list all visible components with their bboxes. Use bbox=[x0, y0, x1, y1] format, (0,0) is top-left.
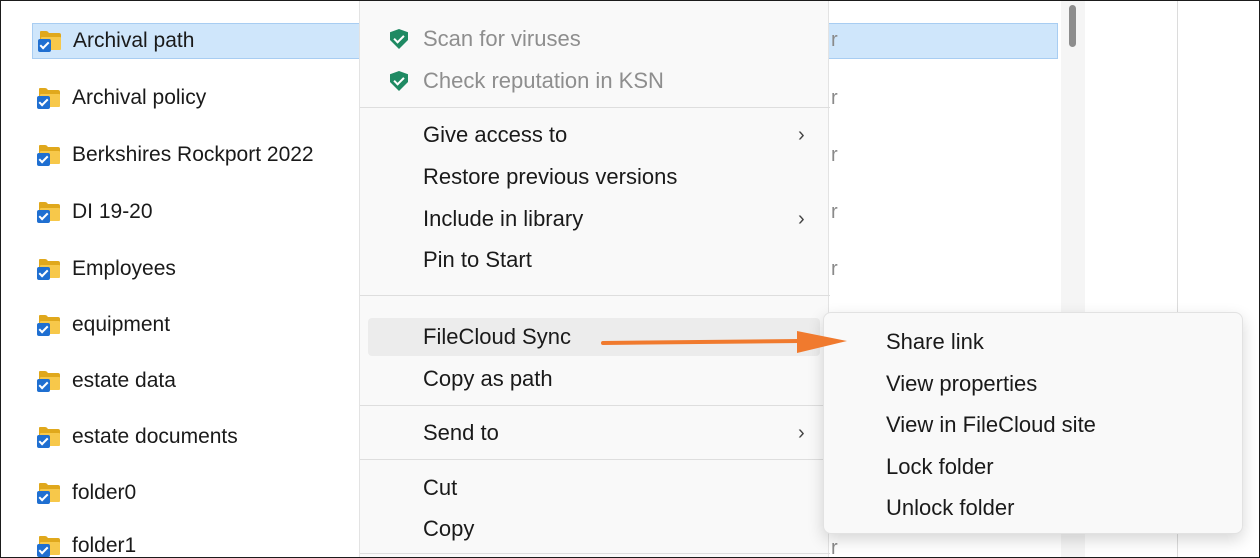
column-text: r bbox=[831, 87, 838, 109]
shield-icon bbox=[390, 71, 408, 91]
column-text: r bbox=[831, 144, 838, 166]
column-text: r bbox=[831, 537, 838, 558]
file-name: equipment bbox=[72, 313, 171, 336]
menu-item-label: Check reputation in KSN bbox=[423, 68, 664, 93]
menu-item-scan-viruses[interactable]: Scan for viruses bbox=[368, 20, 820, 58]
menu-item-label: FileCloud Sync bbox=[423, 324, 571, 349]
file-name: DI 19-20 bbox=[72, 200, 153, 223]
file-name: Archival policy bbox=[72, 86, 207, 109]
folder-icon bbox=[37, 259, 62, 280]
submenu-item-view-site[interactable]: View in FileCloud site bbox=[886, 412, 1096, 438]
menu-item-give-access[interactable]: Give access to › bbox=[368, 116, 820, 154]
menu-item-label: Give access to bbox=[423, 122, 568, 147]
arrow-head bbox=[797, 331, 847, 353]
menu-item-label: Pin to Start bbox=[423, 247, 532, 272]
chevron-right-icon: › bbox=[798, 207, 805, 230]
submenu-item-view-properties[interactable]: View properties bbox=[886, 371, 1037, 397]
folder-icon bbox=[37, 536, 62, 557]
file-name: folder1 bbox=[72, 534, 137, 557]
menu-separator bbox=[360, 459, 830, 460]
menu-item-cut[interactable]: Cut bbox=[368, 469, 820, 507]
menu-item-copy-path[interactable]: Copy as path bbox=[368, 360, 820, 398]
menu-separator bbox=[360, 107, 830, 108]
menu-separator bbox=[360, 553, 830, 554]
folder-icon bbox=[37, 371, 62, 392]
menu-item-include-library[interactable]: Include in library › bbox=[368, 200, 820, 238]
menu-item-pin-start[interactable]: Pin to Start bbox=[368, 241, 820, 279]
filecloud-submenu: Share link View properties View in FileC… bbox=[823, 312, 1243, 534]
chevron-right-icon: › bbox=[798, 123, 805, 146]
folder-icon bbox=[37, 145, 62, 166]
column-text: r bbox=[831, 201, 838, 223]
folder-icon bbox=[38, 31, 63, 52]
menu-item-label: Scan for viruses bbox=[423, 26, 581, 51]
menu-item-label: Copy as path bbox=[423, 366, 553, 391]
context-menu: Scan for viruses Check reputation in KSN… bbox=[359, 1, 830, 557]
file-name: Employees bbox=[72, 257, 176, 280]
menu-item-label: Include in library bbox=[423, 206, 584, 231]
menu-item-restore-versions[interactable]: Restore previous versions bbox=[368, 158, 820, 196]
folder-icon bbox=[37, 88, 62, 109]
menu-item-label: Restore previous versions bbox=[423, 164, 678, 189]
submenu-item-lock-folder[interactable]: Lock folder bbox=[886, 454, 994, 480]
file-name: estate documents bbox=[72, 425, 238, 448]
folder-icon bbox=[37, 202, 62, 223]
menu-item-copy[interactable]: Copy bbox=[368, 510, 820, 548]
shield-icon bbox=[390, 29, 408, 49]
explorer-window: Archival path Archival policy Berkshires… bbox=[0, 0, 1260, 558]
menu-item-send-to[interactable]: Send to › bbox=[368, 414, 820, 452]
menu-item-label: Send to bbox=[423, 420, 499, 445]
menu-separator bbox=[360, 295, 830, 296]
arrow-shaft bbox=[601, 339, 803, 345]
file-name: Berkshires Rockport 2022 bbox=[72, 143, 314, 166]
menu-item-label: Cut bbox=[423, 475, 458, 500]
folder-icon bbox=[37, 427, 62, 448]
file-name: estate data bbox=[72, 369, 176, 392]
menu-item-check-reputation[interactable]: Check reputation in KSN bbox=[368, 62, 820, 100]
scrollbar-thumb[interactable] bbox=[1069, 5, 1076, 47]
menu-separator bbox=[360, 405, 830, 406]
arrow-annotation bbox=[601, 331, 847, 353]
submenu-item-share-link[interactable]: Share link bbox=[886, 329, 984, 355]
folder-icon bbox=[37, 315, 62, 336]
chevron-right-icon: › bbox=[798, 421, 805, 444]
column-text: r bbox=[831, 258, 838, 280]
column-text: r bbox=[831, 29, 838, 51]
file-name: folder0 bbox=[72, 481, 137, 504]
submenu-item-unlock-folder[interactable]: Unlock folder bbox=[886, 495, 1014, 521]
folder-icon bbox=[37, 483, 62, 504]
menu-item-label: Copy bbox=[423, 516, 475, 541]
file-name: Archival path bbox=[73, 29, 195, 52]
